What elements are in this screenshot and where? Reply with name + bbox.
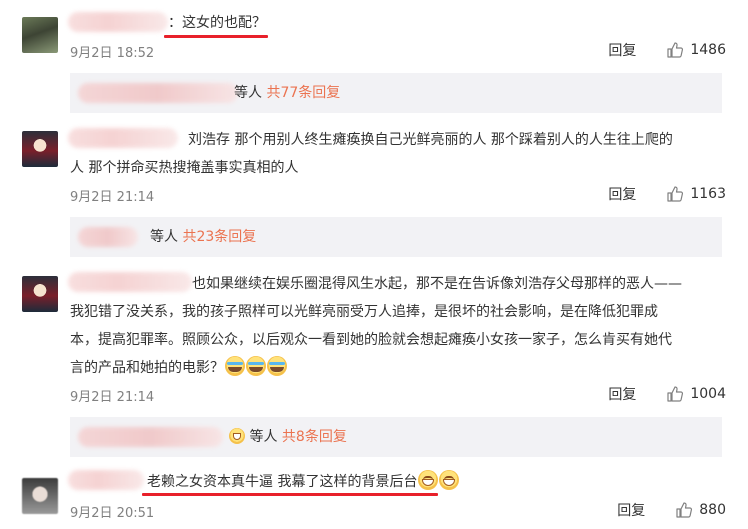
thumbs-up-icon (667, 42, 684, 58)
avatar[interactable] (22, 478, 58, 514)
like-count: 1004 (690, 386, 726, 402)
like-count: 1486 (690, 42, 726, 58)
red-underline (142, 493, 438, 496)
crying-laughing-emoji (246, 356, 266, 376)
username-redacted (68, 470, 144, 490)
like-count: 1163 (690, 186, 726, 202)
grinning-emoji (439, 470, 460, 490)
comment-text: 老赖之女资本真牛逼 我幕了这样的背景后台 (147, 468, 507, 496)
reply-count-link[interactable]: 共8条回复 (282, 429, 347, 445)
reply-summary[interactable]: 等人 共77条回复 (70, 73, 722, 113)
red-underline (164, 35, 268, 38)
reply-count-link[interactable]: 共23条回复 (182, 229, 256, 245)
reply-users-redacted (78, 227, 138, 247)
reply-button[interactable]: 回复 (608, 184, 636, 204)
reply-button[interactable]: 回复 (608, 384, 636, 404)
reply-button[interactable]: 回复 (617, 500, 645, 520)
like-button[interactable]: 1004 (666, 385, 726, 403)
comment-actions: 回复 1163 (608, 184, 726, 204)
grinning-emoji (229, 428, 245, 444)
reply-summary-text: 等人 共23条回复 (150, 229, 257, 245)
reply-summary[interactable]: 等人 共23条回复 (70, 217, 722, 257)
reply-summary-text: 等人 共77条回复 (234, 85, 341, 101)
comment-actions: 回复 880 (617, 500, 726, 520)
like-button[interactable]: 1486 (666, 41, 726, 59)
crying-laughing-emoji (225, 356, 245, 376)
username-redacted (68, 12, 168, 32)
reply-count-link[interactable]: 共77条回复 (266, 85, 340, 101)
like-button[interactable]: 1163 (666, 185, 726, 203)
reply-summary[interactable]: 等人 共8条回复 (70, 417, 722, 457)
comment-text: 也如果继续在娱乐圈混得风生水起，那不是在告诉像刘浩存父母那样的恶人—— 我犯错了… (70, 276, 682, 376)
timestamp: 9月2日 21:14 (70, 390, 155, 405)
reply-button[interactable]: 回复 (608, 40, 636, 60)
thumbs-up-icon (676, 502, 693, 518)
reply-users-redacted (78, 427, 223, 447)
grinning-emoji (418, 470, 439, 490)
avatar[interactable] (22, 17, 58, 53)
timestamp: 9月2日 21:14 (70, 190, 155, 205)
comment-text: ：这女的也配？ (168, 15, 266, 31)
comment-actions: 回复 1486 (608, 40, 726, 60)
reply-users-redacted (78, 83, 238, 103)
comment-text: 刘浩存 那个用别人终生瘫痪换自己光鲜亮丽的人 那个踩着别人的人生往上爬的 人 那… (70, 132, 673, 176)
crying-laughing-emoji (267, 356, 287, 376)
avatar[interactable] (22, 131, 58, 167)
avatar[interactable] (22, 276, 58, 312)
like-count: 880 (699, 502, 726, 518)
reply-summary-text: 等人 共8条回复 (228, 427, 347, 447)
thumbs-up-icon (667, 386, 684, 402)
comment-actions: 回复 1004 (608, 384, 726, 404)
like-button[interactable]: 880 (675, 501, 726, 519)
timestamp: 9月2日 18:52 (70, 46, 155, 61)
timestamp: 9月2日 20:51 (70, 506, 155, 521)
thumbs-up-icon (667, 186, 684, 202)
